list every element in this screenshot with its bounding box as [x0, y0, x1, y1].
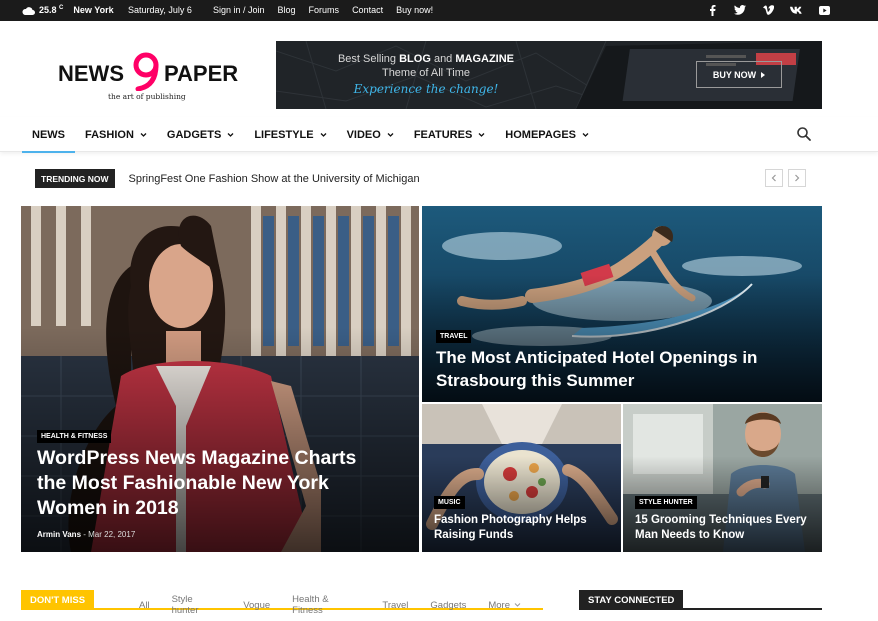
- top-links: Sign in / Join Blog Forums Contact Buy n…: [213, 5, 433, 15]
- nav-label: LIFESTYLE: [254, 128, 314, 141]
- tab-health-fitness[interactable]: Health & Fitness: [292, 594, 360, 616]
- tab-all[interactable]: All: [139, 594, 150, 616]
- nav-label: NEWS: [32, 128, 65, 141]
- trending-prev-button[interactable]: [765, 169, 783, 187]
- tab-travel[interactable]: Travel: [382, 594, 408, 616]
- vimeo-icon[interactable]: [762, 4, 774, 16]
- tab-vogue[interactable]: Vogue: [243, 594, 270, 616]
- chevron-right-icon: [795, 174, 800, 182]
- main-navigation: NEWS FASHION GADGETS LIFESTYLE VIDEO FEA…: [0, 117, 878, 153]
- nav-item-news[interactable]: NEWS: [22, 117, 75, 153]
- youtube-icon[interactable]: [818, 4, 830, 16]
- post-meta: Armin Vans - Mar 22, 2017: [37, 530, 135, 539]
- trending-bar: TRENDING NOW SpringFest One Fashion Show…: [35, 169, 806, 188]
- cloud-icon: [22, 6, 35, 15]
- city-name: New York: [73, 5, 114, 15]
- tab-style-hunter[interactable]: Style hunter: [172, 594, 222, 616]
- blog-link[interactable]: Blog: [278, 5, 296, 15]
- featured-post-main[interactable]: HEALTH & FITNESS WordPress News Magazine…: [21, 206, 419, 552]
- logo-tagline: the art of publishing: [108, 92, 186, 101]
- header-banner-ad[interactable]: Best Selling BLOG and MAGAZINE Theme of …: [276, 41, 822, 109]
- forums-link[interactable]: Forums: [309, 5, 340, 15]
- top-bar: 25.8 C New York Saturday, July 6 Sign in…: [0, 0, 878, 21]
- post-title[interactable]: WordPress News Magazine Charts the Most …: [37, 446, 377, 521]
- twitter-icon[interactable]: [734, 4, 746, 16]
- featured-post-music[interactable]: MUSIC Fashion Photography Helps Raising …: [422, 404, 621, 552]
- stay-connected-header: STAY CONNECTED: [579, 590, 822, 610]
- nav-item-video[interactable]: VIDEO: [337, 117, 404, 152]
- banner-tagline: Experience the change!: [353, 82, 499, 96]
- stay-connected-label: STAY CONNECTED: [579, 590, 684, 610]
- post-author[interactable]: Armin Vans: [37, 530, 81, 539]
- nav-label: VIDEO: [346, 128, 381, 141]
- trending-headline[interactable]: SpringFest One Fashion Show at the Unive…: [129, 173, 420, 185]
- post-title[interactable]: 15 Grooming Techniques Every Man Needs t…: [635, 513, 815, 543]
- nav-item-fashion[interactable]: FASHION: [75, 117, 157, 152]
- post-title[interactable]: The Most Anticipated Hotel Openings in S…: [436, 346, 776, 392]
- site-logo[interactable]: NEWS PAPER the art of publishing: [58, 52, 244, 105]
- sign-in-link[interactable]: Sign in / Join: [213, 5, 265, 15]
- nav-item-homepages[interactable]: HOMEPAGES: [495, 117, 599, 152]
- chevron-down-icon: [478, 133, 485, 137]
- trending-label: TRENDING NOW: [35, 169, 115, 188]
- temperature: 25.8 C: [39, 5, 64, 15]
- nav-item-lifestyle[interactable]: LIFESTYLE: [244, 117, 336, 152]
- nav-label: GADGETS: [166, 128, 222, 141]
- chevron-right-icon: [761, 70, 766, 80]
- logo-word-news: NEWS: [58, 61, 124, 86]
- chevron-down-icon: [320, 133, 327, 137]
- category-badge[interactable]: TRAVEL: [436, 330, 472, 343]
- trending-arrows: [765, 169, 806, 187]
- nav-label: FASHION: [85, 128, 134, 141]
- chevron-left-icon: [771, 174, 776, 182]
- chevron-down-icon: [514, 603, 521, 607]
- category-badge[interactable]: MUSIC: [434, 496, 465, 509]
- banner-headline: Best Selling BLOG and MAGAZINE: [337, 53, 515, 65]
- buy-now-label: BUY NOW: [712, 69, 757, 80]
- social-links: [706, 4, 830, 16]
- tab-more[interactable]: More: [488, 594, 521, 616]
- dont-miss-label: DON'T MISS: [21, 590, 95, 610]
- post-date: Mar 22, 2017: [88, 530, 136, 539]
- banner-subline: Theme of All Time: [381, 67, 471, 79]
- nav-item-features[interactable]: FEATURES: [404, 117, 495, 152]
- current-date: Saturday, July 6: [128, 5, 192, 15]
- search-icon[interactable]: [796, 126, 812, 142]
- category-badge[interactable]: HEALTH & FITNESS: [37, 430, 112, 443]
- weather-widget: 25.8 C New York: [22, 5, 114, 15]
- trending-next-button[interactable]: [788, 169, 806, 187]
- logo-nine-mark: [133, 52, 159, 91]
- buy-now-link[interactable]: Buy now!: [396, 5, 433, 15]
- dont-miss-tabs: All Style hunter Vogue Health & Fitness …: [139, 594, 543, 616]
- nav-item-gadgets[interactable]: GADGETS: [157, 117, 244, 152]
- buy-now-button[interactable]: BUY NOW: [696, 61, 782, 88]
- chevron-down-icon: [227, 133, 234, 137]
- dont-miss-block-header: DON'T MISS All Style hunter Vogue Health…: [21, 590, 543, 616]
- vk-icon[interactable]: [790, 4, 802, 16]
- featured-post-travel[interactable]: TRAVEL The Most Anticipated Hotel Openin…: [422, 206, 822, 402]
- contact-link[interactable]: Contact: [352, 5, 383, 15]
- tab-more-label: More: [488, 599, 510, 611]
- chevron-down-icon: [387, 133, 394, 137]
- category-badge[interactable]: STYLE HUNTER: [635, 496, 697, 509]
- facebook-icon[interactable]: [706, 4, 718, 16]
- logo-word-paper: PAPER: [164, 61, 239, 86]
- nav-label: FEATURES: [413, 128, 473, 141]
- chevron-down-icon: [582, 133, 589, 137]
- nav-label: HOMEPAGES: [505, 128, 576, 141]
- tab-gadgets[interactable]: Gadgets: [430, 594, 466, 616]
- post-title[interactable]: Fashion Photography Helps Raising Funds: [434, 513, 614, 543]
- featured-post-style-hunter[interactable]: STYLE HUNTER 15 Grooming Techniques Ever…: [623, 404, 822, 552]
- chevron-down-icon: [140, 133, 147, 137]
